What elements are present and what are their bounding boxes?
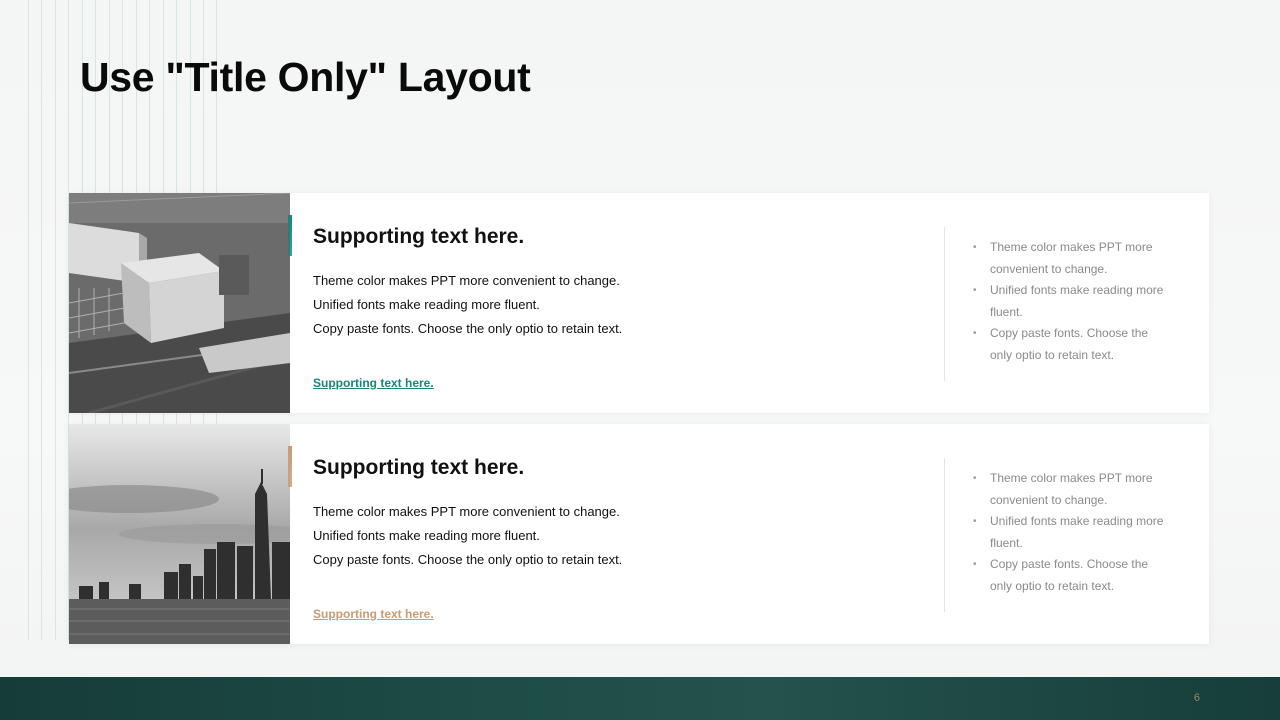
bullet-item: Theme color makes PPT more convenient to… (973, 237, 1173, 280)
card-divider (944, 458, 945, 612)
card-description-line: Unified fonts make reading more fluent. (313, 297, 540, 312)
bullet-item: Unified fonts make reading more fluent. (973, 511, 1173, 554)
card-description-line: Copy paste fonts. Choose the only optio … (313, 552, 623, 567)
page-number: 6 (1193, 692, 1200, 704)
footer-band: 6 (0, 677, 1280, 720)
card-link[interactable]: Supporting text here. (313, 376, 434, 390)
card-description-line: Theme color makes PPT more convenient to… (313, 273, 620, 288)
card-description: Theme color makes PPT more convenient to… (313, 269, 622, 341)
bullet-item: Unified fonts make reading more fluent. (973, 280, 1173, 323)
card-heading: Supporting text here. (313, 456, 525, 479)
content-card-2: Supporting text here. Theme color makes … (69, 424, 1209, 644)
cargo-containers-photo (69, 193, 290, 413)
card-heading: Supporting text here. (313, 225, 525, 248)
card-description-line: Copy paste fonts. Choose the only optio … (313, 321, 623, 336)
bullet-item: Copy paste fonts. Choose the only optio … (973, 554, 1173, 597)
card-divider (944, 227, 945, 381)
bullet-item: Theme color makes PPT more convenient to… (973, 468, 1173, 511)
bullet-item: Copy paste fonts. Choose the only optio … (973, 323, 1173, 366)
card-accent-bar (288, 446, 292, 487)
slide-title: Use "Title Only" Layout (80, 54, 531, 100)
content-card-1: Supporting text here. Theme color makes … (69, 193, 1209, 413)
card-bullet-list: Theme color makes PPT more convenient to… (973, 237, 1173, 367)
card-description-line: Theme color makes PPT more convenient to… (313, 504, 620, 519)
city-skyline-photo (69, 424, 290, 644)
card-accent-bar (288, 215, 292, 256)
card-link[interactable]: Supporting text here. (313, 607, 434, 621)
card-bullet-list: Theme color makes PPT more convenient to… (973, 468, 1173, 598)
card-description: Theme color makes PPT more convenient to… (313, 500, 622, 572)
card-description-line: Unified fonts make reading more fluent. (313, 528, 540, 543)
